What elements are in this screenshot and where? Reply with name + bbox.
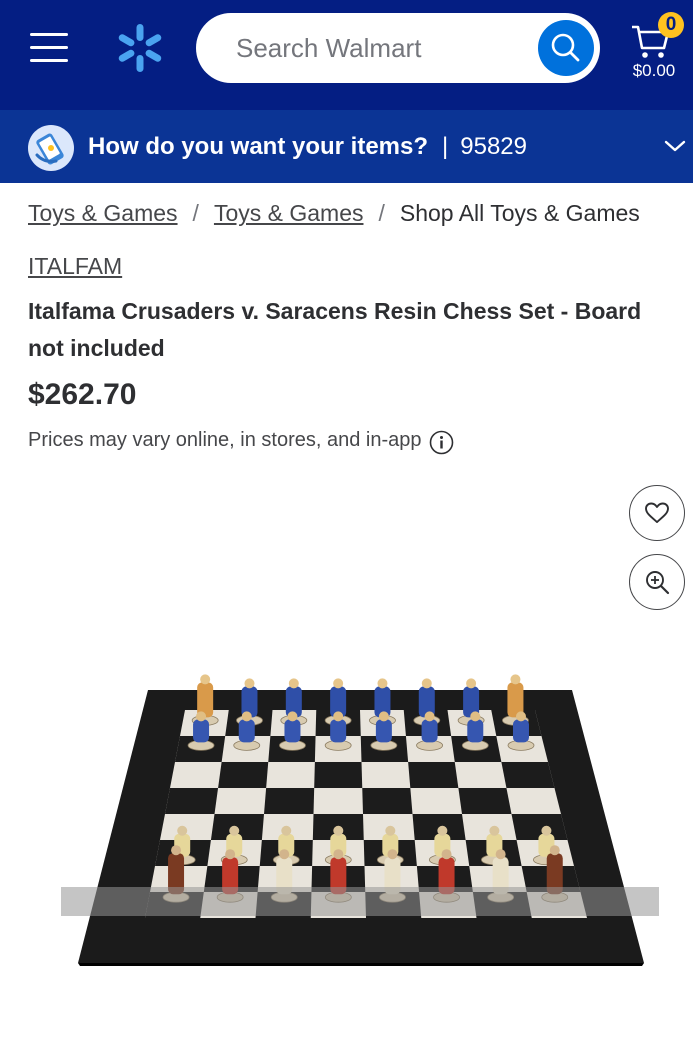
breadcrumb: Toys & Games / Toys & Games / Shop All Toys … bbox=[28, 200, 640, 227]
header: 0 $0.00 bbox=[0, 0, 693, 110]
walmart-spark-icon[interactable] bbox=[114, 22, 166, 74]
heart-icon bbox=[645, 502, 669, 523]
zoom-in-icon bbox=[646, 571, 670, 595]
image-scrollbar[interactable] bbox=[61, 887, 659, 916]
fulfillment-title: How do you want your items? bbox=[88, 133, 429, 160]
fulfillment-selector[interactable]: How do you want your items? | 95829 bbox=[0, 110, 693, 183]
info-icon[interactable] bbox=[429, 430, 454, 455]
breadcrumb-link-toys-games-2[interactable]: Toys & Games bbox=[214, 200, 364, 226]
fulfillment-separator: | bbox=[442, 133, 449, 160]
brand-link[interactable]: ITALFAM bbox=[28, 253, 122, 280]
cart-total: $0.00 bbox=[632, 61, 676, 80]
chevron-down-icon[interactable] bbox=[663, 136, 687, 156]
search-icon bbox=[551, 33, 580, 62]
search-button[interactable] bbox=[538, 20, 594, 76]
cart-count-badge: 0 bbox=[658, 12, 684, 38]
product-title: Italfama Crusaders v. Saracens Resin Che… bbox=[28, 298, 642, 361]
breadcrumb-current: Shop All Toys & Games bbox=[399, 200, 640, 226]
breadcrumb-separator: / bbox=[192, 200, 199, 226]
price-note: Prices may vary online, in stores, and i… bbox=[28, 429, 422, 451]
breadcrumb-separator: / bbox=[378, 200, 385, 226]
search-input[interactable] bbox=[236, 13, 526, 83]
fulfillment-text: How do you want your items? | 95829 bbox=[88, 110, 527, 183]
zoom-button[interactable] bbox=[629, 554, 685, 610]
search-bar bbox=[196, 13, 600, 83]
chess-set-image[interactable] bbox=[60, 640, 660, 980]
breadcrumb-link-toys-games[interactable]: Toys & Games bbox=[28, 200, 178, 226]
phone-delivery-icon bbox=[28, 125, 74, 171]
hamburger-menu-icon[interactable] bbox=[30, 31, 68, 63]
cart-button[interactable]: 0 $0.00 bbox=[624, 12, 688, 92]
favorite-button[interactable] bbox=[629, 485, 685, 541]
product-price: $262.70 bbox=[28, 378, 137, 411]
fulfillment-zip: 95829 bbox=[460, 133, 528, 160]
